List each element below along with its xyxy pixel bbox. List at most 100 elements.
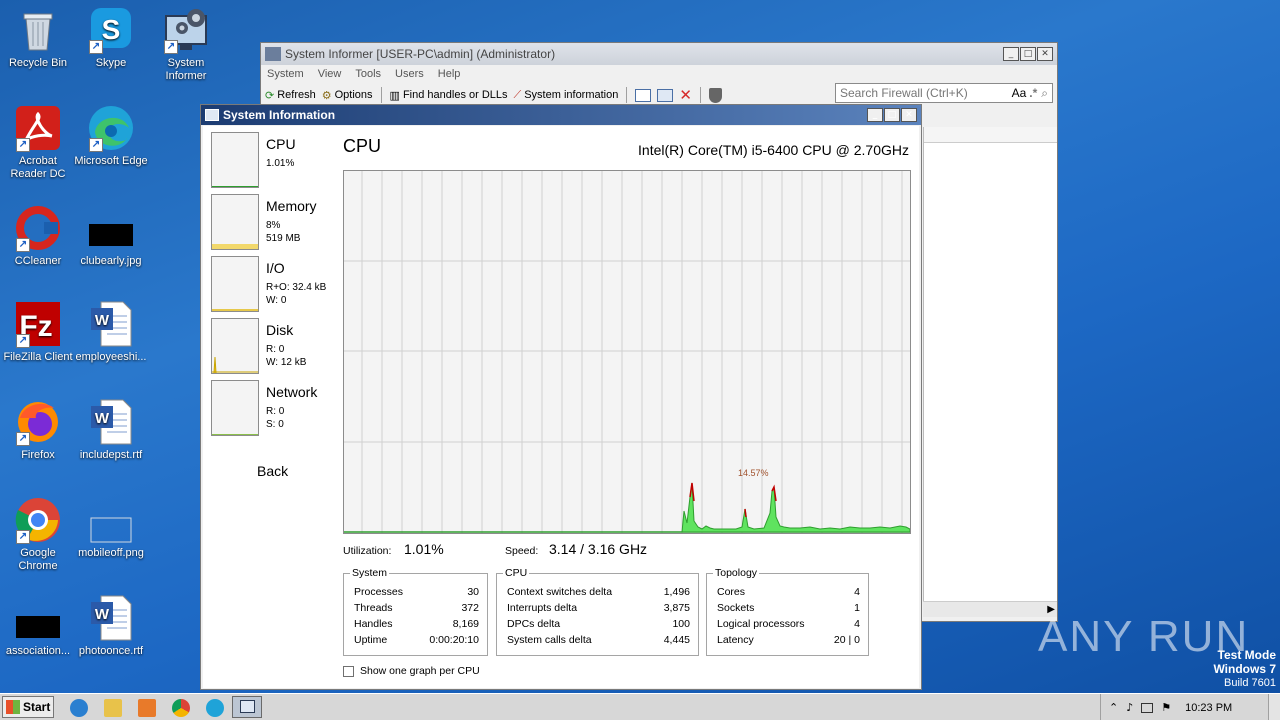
system-informer-icon: ↗	[162, 6, 210, 54]
media-player-icon[interactable]	[138, 699, 156, 717]
system-informer-taskbar-button[interactable]	[232, 696, 262, 718]
refresh-icon: ⟳	[265, 88, 275, 102]
close-button[interactable]: ✕	[1037, 47, 1053, 61]
stat-row: Uptime 0:00:20:10	[354, 634, 479, 646]
desktop-icon-firefox[interactable]: ↗ Firefox	[0, 398, 76, 462]
peak-label: 14.57%	[738, 468, 769, 478]
flag-icon[interactable]: ⚑	[1161, 701, 1171, 714]
start-button[interactable]: Start	[2, 696, 54, 718]
search-input[interactable]: Search Firewall (Ctrl+K) Aa .* ⌕	[835, 83, 1053, 103]
cpu-usage-graph: 14.57%	[343, 170, 911, 534]
options-button[interactable]: ⚙ Options	[322, 89, 373, 102]
shield-icon[interactable]	[708, 87, 722, 103]
menu-users[interactable]: Users	[395, 68, 424, 81]
windows-logo-icon	[6, 700, 20, 714]
edge-icon: ↗	[87, 104, 135, 152]
desktop-icon-recycle-bin[interactable]: Recycle Bin	[0, 6, 76, 70]
topology-stats-box: Topology Cores 4 Sockets 1 Logical process…	[706, 567, 869, 656]
maximize-button[interactable]: □	[1020, 47, 1036, 61]
sysinfo-window-title: System Information	[223, 108, 336, 122]
toolbar-separator	[626, 87, 628, 103]
word-doc-icon: W	[87, 398, 135, 446]
explorer-icon[interactable]	[104, 699, 122, 717]
desktop-icon-employeeshi[interactable]: W employeeshi...	[73, 300, 149, 364]
desktop-icon-edge[interactable]: ↗ Microsoft Edge	[73, 104, 149, 168]
desktop-icon-mobileoff[interactable]: mobileoff.png	[73, 496, 149, 560]
system-information-window[interactable]: System Information _ □ ✕ CPU 1.01% Memor…	[200, 104, 922, 690]
svg-text:W: W	[95, 312, 110, 329]
volume-icon[interactable]: ♪	[1126, 701, 1133, 714]
binoculars-icon: ▥	[389, 88, 400, 102]
utilization-value: 1.01%	[404, 541, 444, 557]
sysinfo-content: CPU 1.01% Memory 8% 519 MB I/O R+O: 32.4…	[203, 126, 919, 688]
app-icon	[265, 47, 281, 61]
utilization-label: Utilization:	[343, 545, 392, 557]
word-doc-icon: W	[87, 594, 135, 642]
panel-heading: CPU	[343, 136, 382, 156]
window-go-icon[interactable]	[657, 88, 674, 102]
desktop-icon-includepst[interactable]: W includepst.rtf	[73, 398, 149, 462]
recycle-bin-icon	[14, 6, 62, 54]
svg-text:W: W	[95, 606, 110, 623]
search-icon[interactable]: ⌕	[1041, 86, 1048, 101]
maximize-button[interactable]: □	[884, 108, 900, 122]
show-desktop-button[interactable]	[1268, 694, 1280, 720]
memory-mini-graph	[211, 194, 259, 250]
desktop-icon-association[interactable]: association...	[0, 594, 76, 658]
stat-row: Cores 4	[717, 586, 860, 598]
graph-icon: ⟋	[513, 88, 522, 101]
refresh-button[interactable]: ⟳ Refresh	[265, 89, 316, 102]
network-icon[interactable]	[1141, 702, 1154, 713]
svg-text:W: W	[95, 410, 110, 427]
svg-text:S: S	[102, 14, 121, 45]
cpu-model-name: Intel(R) Core(TM) i5-6400 CPU @ 2.70GHz	[638, 142, 909, 158]
menu-view[interactable]: View	[318, 68, 342, 81]
stat-row: Sockets 1	[717, 602, 860, 614]
checkbox-box[interactable]	[343, 665, 354, 677]
find-handles-button[interactable]: ▥ Find handles or DLLs	[390, 89, 508, 102]
gear-icon: ⚙	[321, 88, 332, 102]
terminate-icon[interactable]: ✕	[679, 86, 692, 104]
desktop-icon-filezilla[interactable]: Fz ↗ FileZilla Client	[0, 300, 76, 364]
window-icon[interactable]	[635, 88, 652, 102]
clock[interactable]: 10:23 PM	[1185, 702, 1232, 714]
image-file-icon	[14, 594, 62, 642]
minimize-button[interactable]: _	[867, 108, 883, 122]
main-window-title: System Informer [USER-PC\admin] (Adminis…	[285, 47, 556, 61]
minimize-button[interactable]: _	[1003, 47, 1019, 61]
desktop-icon-ccleaner[interactable]: ↗ CCleaner	[0, 204, 76, 268]
match-case-toggle[interactable]: Aa	[1012, 86, 1027, 100]
desktop-icon-system-informer[interactable]: ↗ System Informer	[148, 6, 224, 83]
speed-label: Speed:	[505, 545, 539, 557]
horizontal-scrollbar[interactable]: ▶	[923, 601, 1057, 617]
system-information-button[interactable]: ⟋ System information	[514, 88, 619, 102]
menu-tools[interactable]: Tools	[355, 68, 381, 81]
test-mode-text: Test Mode Windows 7 Build 7601	[1213, 648, 1276, 689]
edge-taskbar-icon[interactable]	[206, 699, 224, 717]
one-graph-per-cpu-checkbox[interactable]: Show one graph per CPU	[343, 665, 480, 677]
stat-row: Context switches delta 1,496	[507, 586, 690, 598]
desktop-icon-photoonce[interactable]: W photoonce.rtf	[73, 594, 149, 658]
process-list-area[interactable]	[923, 127, 1057, 603]
internet-explorer-icon[interactable]	[70, 699, 88, 717]
desktop-icon-acrobat[interactable]: ↗ Acrobat Reader DC	[0, 104, 76, 181]
toolbar-separator	[699, 87, 701, 103]
regex-icon[interactable]: .*	[1029, 86, 1037, 100]
desktop-icon-clubearly[interactable]: clubearly.jpg	[73, 204, 149, 268]
menu-system[interactable]: System	[267, 68, 304, 81]
main-titlebar[interactable]: System Informer [USER-PC\admin] (Adminis…	[261, 43, 1057, 65]
stat-row: Logical processors 4	[717, 618, 860, 630]
menubar: System View Tools Users Help	[261, 65, 1057, 84]
chrome-taskbar-icon[interactable]	[172, 699, 190, 717]
app-icon	[205, 109, 219, 121]
cpu-mini-graph	[211, 132, 259, 188]
sysinfo-titlebar[interactable]: System Information _ □ ✕	[201, 105, 921, 125]
desktop-icon-skype[interactable]: S ↗ Skype	[73, 6, 149, 70]
back-button[interactable]: Back	[257, 463, 288, 479]
toolbar-separator	[380, 87, 382, 103]
taskbar: Start ⌃ ♪ ⚑ 10:23 PM	[0, 693, 1280, 720]
desktop-icon-chrome[interactable]: ↗ Google Chrome	[0, 496, 76, 573]
show-hidden-icons[interactable]: ⌃	[1109, 701, 1118, 714]
menu-help[interactable]: Help	[438, 68, 461, 81]
close-button[interactable]: ✕	[901, 108, 917, 122]
